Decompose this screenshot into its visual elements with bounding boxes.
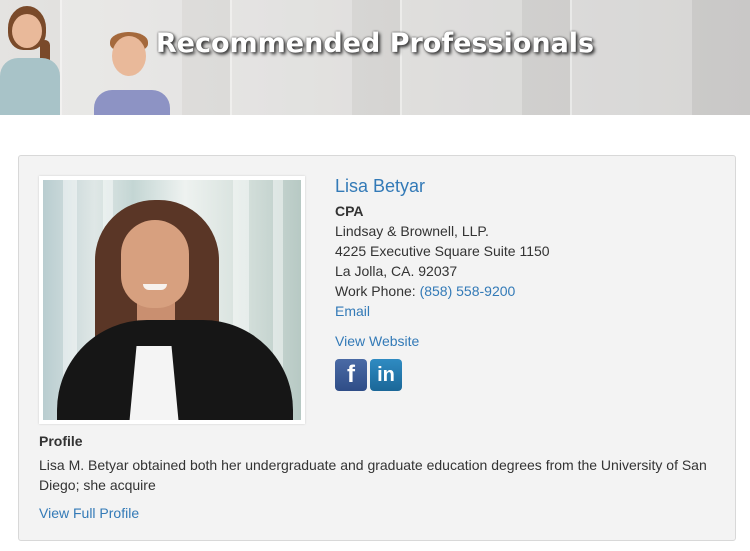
phone-link[interactable]: (858) 558-9200 <box>420 283 516 299</box>
portrait-image <box>43 180 301 420</box>
address-line-1: 4225 Executive Square Suite 1150 <box>335 243 550 259</box>
designation: CPA <box>335 203 364 219</box>
professional-card: Lisa Betyar CPA Lindsay & Brownell, LLP.… <box>18 155 736 541</box>
view-full-profile-link[interactable]: View Full Profile <box>39 505 139 521</box>
professional-name-link[interactable]: Lisa Betyar <box>335 176 425 197</box>
header-banner: Recommended Professionals <box>0 0 750 115</box>
phone-label: Work Phone: <box>335 283 416 299</box>
work-phone-row: Work Phone: (858) 558-9200 <box>335 283 515 299</box>
email-link[interactable]: Email <box>335 303 370 319</box>
profile-heading: Profile <box>39 433 83 449</box>
profile-summary: Lisa M. Betyar obtained both her undergr… <box>39 457 707 493</box>
view-website-link[interactable]: View Website <box>335 333 419 349</box>
company-name: Lindsay & Brownell, LLP. <box>335 223 489 239</box>
facebook-icon[interactable]: f <box>335 359 367 391</box>
page-title: Recommended Professionals <box>155 28 595 59</box>
profile-photo <box>39 176 305 424</box>
linkedin-icon[interactable]: in <box>370 359 402 391</box>
address-line-2: La Jolla, CA. 92037 <box>335 263 458 279</box>
